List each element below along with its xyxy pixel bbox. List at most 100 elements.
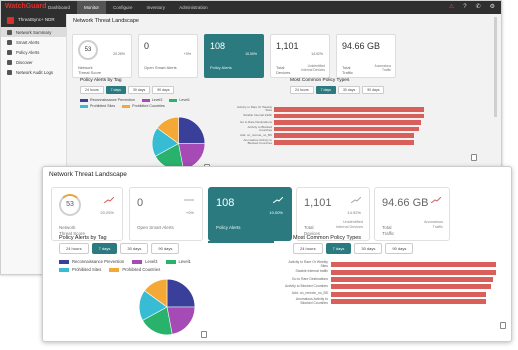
bar-0[interactable]: [274, 107, 424, 112]
card-label: Policy Alerts: [216, 225, 241, 230]
pie-slice-reconnaissance-prevention[interactable]: [166, 278, 196, 308]
card-total-traffic[interactable]: 94.66 GB Anomalous Traffic Total Traffic: [336, 34, 396, 78]
bar-4[interactable]: [274, 133, 415, 138]
bar-3[interactable]: [331, 284, 491, 290]
range-24-hours-button[interactable]: 24 hours: [80, 86, 104, 94]
bar-4[interactable]: [331, 291, 486, 297]
settings-icon[interactable]: ⚙: [490, 3, 495, 12]
trend-flat-icon: [184, 199, 194, 201]
bar-2[interactable]: [274, 120, 421, 125]
sidebar-item-policy-alerts[interactable]: Policy Alerts: [1, 47, 66, 57]
trend-up-icon: [351, 197, 361, 203]
bar-label: Go to Rare Destinations: [291, 276, 328, 281]
bar-label: Add. on_remote_no_BS: [291, 291, 328, 296]
range-90-days-button[interactable]: 90 days: [152, 86, 175, 94]
card-value: 1,101: [304, 197, 332, 209]
bar-label: Sizable Internal traffic: [295, 269, 328, 274]
bar-3[interactable]: [274, 126, 420, 132]
sidebar-item-smart-alerts[interactable]: Smart Alerts: [1, 37, 66, 47]
card-total-devices[interactable]: 1,101 14.92% Unidentified Internal Device…: [296, 187, 370, 241]
range-24-hours-button[interactable]: 24 hours: [293, 243, 323, 254]
bar-label: Activity to Blocked Countries: [285, 284, 328, 289]
range-30-days-button[interactable]: 30 days: [354, 243, 383, 254]
legend-swatch: [169, 98, 178, 102]
policy-alerts-by-tag-title: Policy Alerts by Tag: [59, 235, 107, 241]
nav-tab-monitor[interactable]: Monitor: [77, 1, 107, 14]
help-icon[interactable]: ?: [463, 3, 466, 12]
bar-2[interactable]: [331, 276, 493, 282]
card-network-threat-score[interactable]: 53 20.25% Network Threat Score: [72, 34, 132, 78]
card-label: Policy Alerts: [210, 65, 232, 70]
range-30-days-button[interactable]: 30 days: [337, 86, 361, 94]
card-label: Network Threat Score: [78, 65, 102, 75]
top-right-icons: ⚠ ? ✆ ⚙: [449, 3, 495, 12]
range-90-days-button[interactable]: 90 days: [362, 86, 385, 94]
nav-tab-administration[interactable]: Administration: [172, 1, 215, 14]
range-90-days-button[interactable]: 90 days: [151, 243, 180, 254]
sidebar-item-network-audit-logs[interactable]: Network Audit Logs: [1, 67, 66, 77]
export-icon[interactable]: [201, 331, 207, 338]
card-open-smart-alerts[interactable]: 0 +0% Open Smart Alerts: [129, 187, 203, 241]
card-policy-alerts[interactable]: 108 10.00% Policy Alerts: [204, 34, 264, 78]
nav-tab-inventory[interactable]: Inventory: [140, 1, 173, 14]
selected-card-indicator: [208, 241, 274, 243]
bar-5[interactable]: [274, 140, 415, 145]
legend-item-level3[interactable]: Level3: [132, 259, 158, 264]
phone-icon[interactable]: ✆: [476, 3, 481, 12]
card-percent: 20.25%: [100, 210, 114, 215]
card-policy-alerts[interactable]: 108 10.00% Policy Alerts: [208, 187, 292, 241]
legend-item[interactable]: Level1: [169, 98, 190, 102]
range-7-days-button[interactable]: 7 days: [325, 243, 352, 254]
bar-1[interactable]: [274, 113, 424, 119]
range-7-days-button[interactable]: 7 days: [315, 86, 336, 94]
scrollbar[interactable]: [494, 17, 497, 117]
range-30-days-button[interactable]: 30 days: [120, 243, 149, 254]
back-types-range-buttons: 24 hours 7 days 30 days 90 days: [290, 86, 385, 94]
legend-item-reconnaissance-prevention[interactable]: Reconnaissance Prevention: [59, 259, 124, 264]
range-30-days-button[interactable]: 30 days: [127, 86, 151, 94]
export-icon[interactable]: [471, 154, 477, 161]
card-label: Total Traffic: [382, 225, 395, 236]
card-network-threat-score[interactable]: 53 20.25% Network Threat Score: [51, 187, 123, 241]
network-summary-icon: [7, 29, 12, 35]
card-value: 0: [137, 197, 144, 209]
nav-tab-configure[interactable]: Configure: [106, 1, 140, 14]
range-24-hours-button[interactable]: 24 hours: [290, 86, 314, 94]
card-label: Open Smart Alerts: [144, 65, 177, 70]
sidebar-item-network-summary[interactable]: Network Summary: [1, 27, 66, 37]
range-24-hours-button[interactable]: 24 hours: [59, 243, 89, 254]
bar-1[interactable]: [331, 269, 497, 275]
range-7-days-button[interactable]: 7 days: [91, 243, 118, 254]
legend-item[interactable]: Level3: [141, 98, 162, 102]
nav-tab-dashboard[interactable]: Dashboard: [41, 1, 77, 14]
bar-0[interactable]: [331, 262, 497, 268]
alert-icon[interactable]: ⚠: [449, 3, 454, 12]
card-total-devices[interactable]: 1,101 14.92% Unidentified Internal Device…: [270, 34, 330, 78]
card-total-traffic[interactable]: 94.66 GB Anomalous Traffic Total Traffic: [374, 187, 450, 241]
product-name: ThreatSync+ NDR: [18, 17, 55, 22]
legend-item[interactable]: Reconnaissance Prevention: [80, 98, 135, 102]
legend-item-prohibited-countries[interactable]: Prohibited Countries: [109, 267, 160, 272]
legend-swatch: [80, 104, 88, 108]
sidebar-item-discover[interactable]: Discover: [1, 57, 66, 67]
bar-label: Activity to Rare Or Weekly Sites: [288, 260, 328, 268]
card-sub-label: Unidentified Internal Devices: [301, 64, 325, 72]
range-90-days-button[interactable]: 90 days: [385, 243, 414, 254]
legend-item[interactable]: Prohibited Sites: [80, 104, 115, 108]
bar-label: Go to Rare Destinations: [239, 119, 272, 124]
legend-item-prohibited-sites[interactable]: Prohibited Sites: [59, 267, 101, 272]
legend-item[interactable]: Prohibited Countries: [122, 104, 165, 108]
back-tag-legend: Reconnaissance Prevention Level3 Level1 …: [80, 98, 230, 108]
range-7-days-button[interactable]: 7 days: [105, 86, 126, 94]
export-icon[interactable]: [500, 322, 506, 329]
back-summary-cards: 53 20.25% Network Threat Score 0 +0% Open…: [72, 34, 396, 78]
card-label: Total Traffic: [342, 65, 353, 75]
legend-item-level1[interactable]: Level1: [165, 259, 191, 264]
legend-swatch: [59, 259, 69, 264]
bar-label: Activity to Rare Or Weekly Sites: [237, 105, 272, 113]
pie-slice-reconnaissance-prevention[interactable]: [178, 116, 206, 144]
bar-row: Sizable Internal traffic: [283, 268, 508, 275]
discover-icon: [7, 59, 12, 65]
bar-5[interactable]: [331, 299, 486, 305]
card-open-smart-alerts[interactable]: 0 +0% Open Smart Alerts: [138, 34, 198, 78]
